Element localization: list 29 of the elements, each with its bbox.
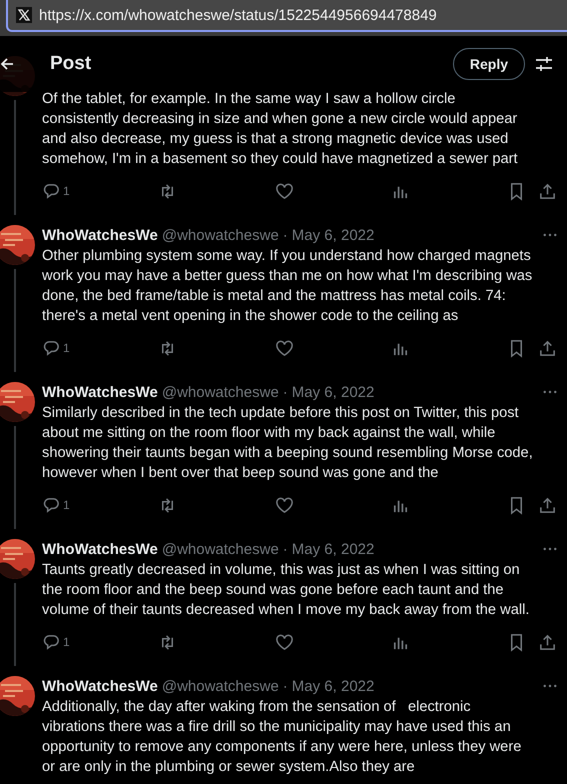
author-name[interactable]: WhoWatchesWe — [42, 226, 158, 244]
post-date[interactable]: May 6, 2022 — [292, 226, 374, 244]
reply-count: 1 — [63, 498, 70, 512]
post-text: Other plumbing system some way. If you understand how charged magnets work you may have a better guess than me on how what I'm describing was done, the bed frame/table is metal and the mattress has metal coils. 74: there's a metal vent opening in the shower code to the ceiling as — [42, 247, 533, 326]
author-handle[interactable]: @whowatcheswe — [162, 226, 279, 244]
post-date[interactable]: May 6, 2022 — [292, 540, 374, 558]
author-handle[interactable]: @whowatcheswe — [162, 540, 279, 558]
separator-dot: · — [282, 226, 288, 244]
separator-dot: · — [282, 678, 288, 694]
reply-count: 1 — [63, 341, 70, 355]
post-text: Similarly described in the tech update before this post on Twitter, this post about me sitting on the room floor with my back against the wall, while showering their taunts began with a beeping sound resembling Morse code, however when I bent over that beep sound was gone and the — [42, 404, 533, 483]
post-date[interactable]: May 6, 2022 — [292, 678, 374, 694]
author-name[interactable]: WhoWatchesWe — [42, 540, 158, 558]
author-handle[interactable]: @whowatcheswe — [162, 384, 279, 400]
author-name[interactable]: WhoWatchesWe — [42, 678, 158, 694]
post-text: Additionally, the day after waking from the sensation of electronic vibrations there was a fire drill so the municipality may have used this an opportunity to remove any components if any were here, unless they were or are only in the plumbing or sewer system.Also they are — [42, 698, 522, 777]
url-text: https://x.com/whowatcheswe/status/1522544956694478849 — [39, 6, 437, 24]
author-handle[interactable]: @whowatcheswe — [162, 678, 279, 694]
reply-count: 1 — [63, 184, 70, 198]
post-text: Taunts greatly decreased in volume, this was just as when I was sitting on the room floor and the beep sound was gone before each taunt and the volume of their taunts decreased when I move my back away from the wall. — [42, 561, 530, 620]
author-name[interactable]: WhoWatchesWe — [42, 384, 158, 400]
reply-count: 1 — [63, 635, 70, 649]
reply-button[interactable]: Reply — [452, 48, 525, 80]
separator-dot: · — [282, 540, 288, 558]
post-text: Of the tablet, for example. In the same way I saw a hollow circle consistently decreasing in size and when gone a new circle would appear and also decrease, my guess is that a strong magnetic device was used somehow, I'm in a basement so they could have magnetized a sewer part — [42, 90, 519, 169]
page-title: Post — [50, 53, 92, 75]
separator-dot: · — [282, 384, 288, 400]
post-date[interactable]: May 6, 2022 — [292, 384, 374, 400]
url-field[interactable]: https://x.com/whowatcheswe/status/1522544956694478849 — [6, 0, 567, 32]
